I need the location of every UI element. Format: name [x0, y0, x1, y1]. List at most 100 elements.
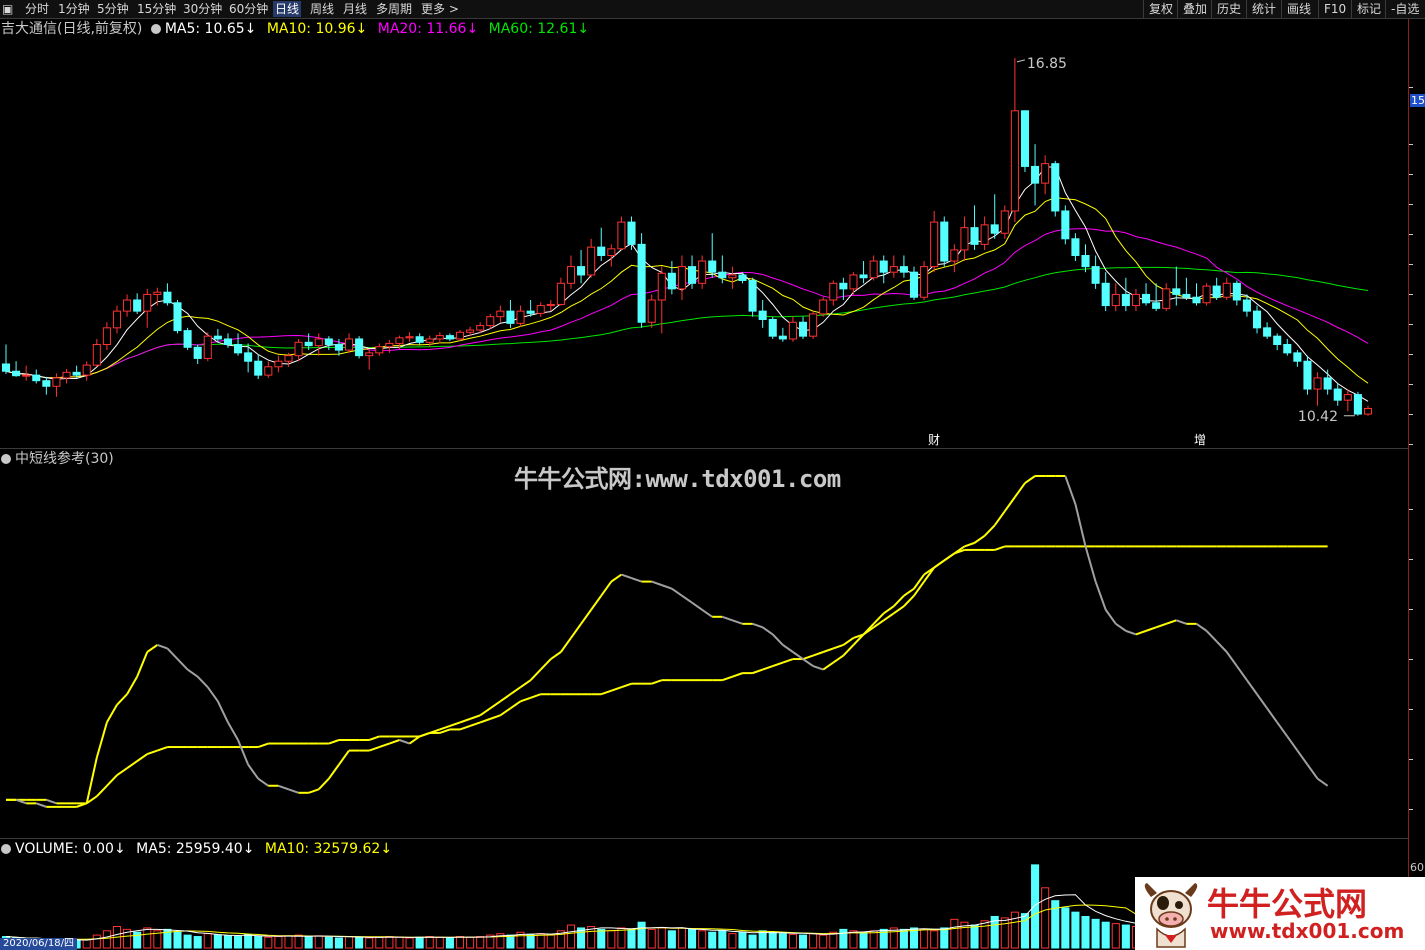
- candlestick: [22, 365, 31, 381]
- candle-body: [788, 321, 797, 340]
- candlestick: [1252, 305, 1262, 334]
- indicator-fast-line: [1003, 496, 1016, 512]
- indicator-fast-line: [1145, 626, 1157, 632]
- volume-axis-top-label: 60: [1410, 861, 1424, 874]
- financial-report-marker[interactable]: 财: [928, 433, 940, 447]
- indicator-slow-line: [802, 654, 814, 660]
- candle-body: [1293, 352, 1302, 362]
- candle-body: [526, 310, 535, 314]
- candle-body: [617, 221, 626, 250]
- indicator-fast-line: [631, 577, 642, 583]
- candlestick: [153, 287, 162, 306]
- candlestick: [274, 355, 283, 373]
- low-price-label: 10.42: [1298, 409, 1338, 425]
- share-increase-marker[interactable]: 增: [1194, 433, 1206, 447]
- axis-tick: [1409, 759, 1413, 760]
- candlestick: [344, 333, 354, 353]
- indicator-fast-line: [671, 587, 683, 597]
- candle-body: [950, 249, 959, 262]
- candlestick: [1061, 205, 1070, 245]
- candlestick: [42, 376, 51, 395]
- high-price-pointer: [1016, 59, 1026, 63]
- candle-body: [1101, 282, 1110, 307]
- indicator-fast-line: [651, 580, 663, 587]
- candlestick: [536, 302, 545, 317]
- indicator-fast-line: [842, 644, 855, 657]
- candle-body: [32, 374, 41, 382]
- axis-tick: [1409, 809, 1413, 810]
- candlestick: [587, 238, 596, 278]
- indicator-fast-line: [772, 633, 784, 646]
- indicator-fast-line: [893, 594, 905, 607]
- candle-body: [435, 335, 444, 340]
- candle-body: [42, 380, 51, 387]
- candlestick: [425, 335, 434, 347]
- candle-body: [637, 243, 646, 323]
- axis-tick: [1409, 144, 1413, 145]
- candle-body: [1182, 293, 1191, 298]
- candlestick: [809, 311, 818, 339]
- candle-body: [819, 299, 828, 315]
- candle-body: [1303, 360, 1312, 390]
- axis-tick: [1409, 174, 1413, 175]
- candle-body: [1031, 165, 1040, 184]
- candlestick: [234, 333, 243, 356]
- axis-tick: [1409, 384, 1413, 385]
- watermark-logo: 牛牛公式网 www.tdx001.com: [1135, 877, 1425, 950]
- candle-body: [82, 364, 91, 376]
- candle-body: [970, 227, 979, 245]
- candlestick: [1131, 288, 1140, 312]
- candlestick: [405, 332, 414, 342]
- candle-body: [768, 318, 777, 337]
- candlestick: [950, 244, 959, 273]
- indicator-slow-line: [732, 672, 743, 678]
- candle-body: [1020, 110, 1030, 167]
- candle-body: [203, 335, 212, 359]
- indicator-fast-line: [509, 686, 522, 696]
- candle-body: [344, 338, 354, 351]
- indicator-fast-line: [610, 573, 622, 583]
- indicator-fast-line: [278, 784, 289, 791]
- candlestick: [728, 266, 737, 289]
- indicator-fast-line: [822, 661, 834, 671]
- candlestick: [445, 333, 454, 342]
- candle-body: [627, 221, 636, 245]
- candlestick: [102, 322, 111, 351]
- candlestick: [486, 313, 495, 329]
- candle-body: [1273, 335, 1282, 346]
- indicator-fast-line: [1286, 735, 1299, 752]
- candle-body: [748, 280, 757, 312]
- indicator-fast-line: [378, 742, 390, 748]
- indicator-slow-line: [621, 682, 632, 689]
- indicator-slow-line: [116, 767, 128, 777]
- candle-body: [940, 221, 949, 262]
- candlestick: [1081, 244, 1090, 273]
- indicator-slow-line: [257, 742, 269, 748]
- candle-body: [1202, 285, 1211, 304]
- indicator-fast-line: [732, 619, 743, 625]
- candlestick: [849, 272, 858, 295]
- indicator-fast-line: [1074, 503, 1087, 547]
- candle-body: [980, 224, 989, 245]
- candlestick: [92, 338, 101, 367]
- candlestick: [1323, 369, 1332, 395]
- indicator-fast-line: [237, 739, 250, 766]
- indicator-fast-line: [1225, 651, 1238, 667]
- candle-body: [879, 260, 888, 273]
- candlestick: [1162, 283, 1171, 312]
- candlestick: [365, 350, 374, 370]
- candle-body: [375, 346, 384, 354]
- indicator-slow-line: [903, 594, 915, 607]
- indicator-fast-line: [1155, 622, 1167, 629]
- indicator-slow-line: [832, 644, 844, 650]
- indicator-fast-line: [318, 778, 330, 790]
- indicator-fast-line: [590, 595, 603, 611]
- candlestick: [1010, 57, 1019, 223]
- candlestick: [1182, 277, 1191, 300]
- axis-tick: [1409, 659, 1413, 660]
- candle-body: [1152, 302, 1161, 309]
- candlestick: [970, 205, 979, 250]
- candle-body: [274, 360, 283, 368]
- candlestick: [1111, 283, 1120, 312]
- candlestick: [909, 266, 919, 300]
